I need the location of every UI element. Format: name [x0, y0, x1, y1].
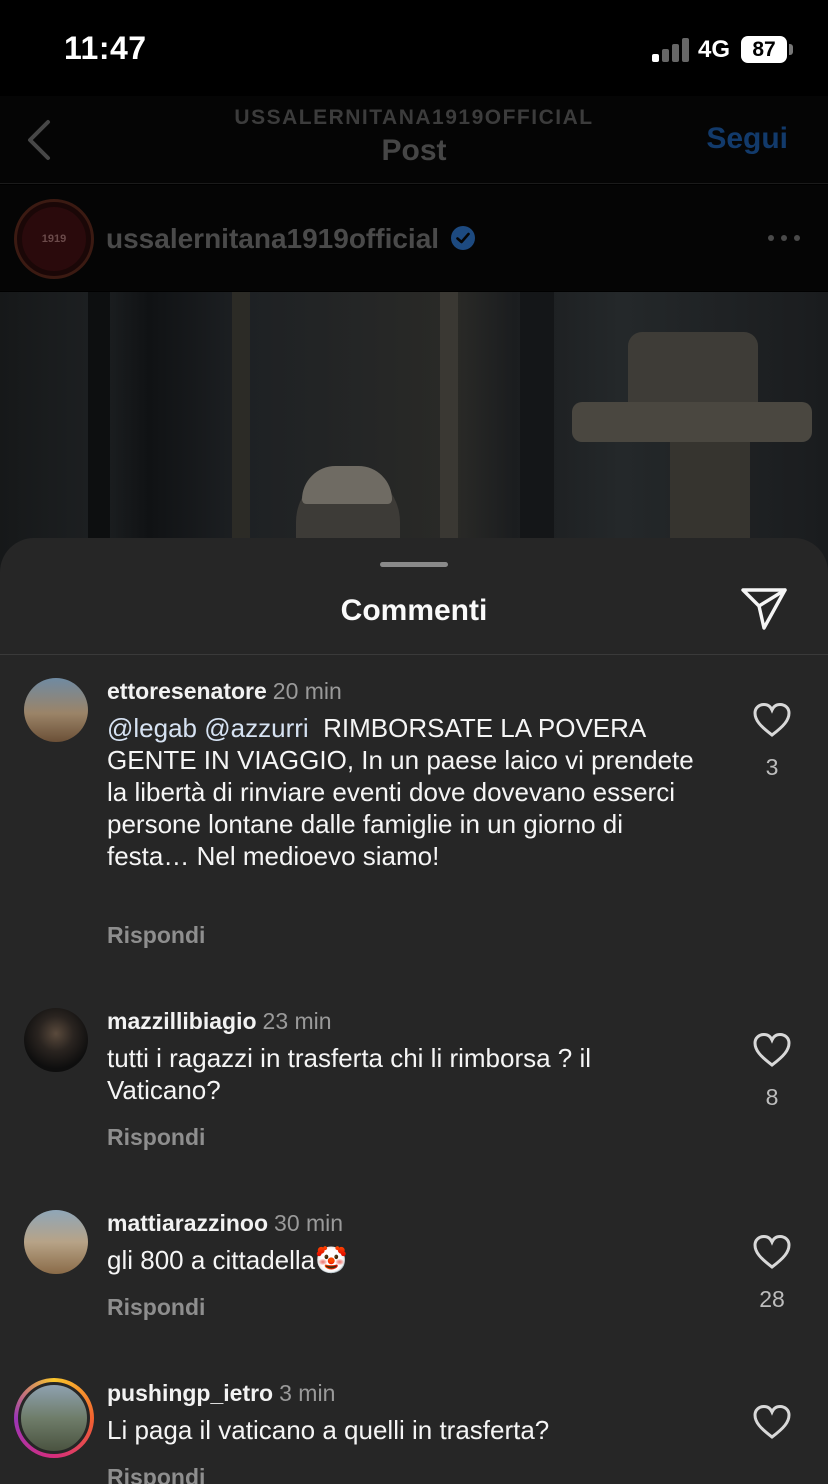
header-title: Post: [381, 134, 447, 167]
mention-link[interactable]: @azzurri: [204, 713, 308, 743]
commenter-avatar: [18, 1382, 90, 1454]
reply-button[interactable]: Rispondi: [107, 1124, 205, 1151]
comment-time: 3 min: [279, 1380, 336, 1406]
comment-time: 30 min: [274, 1210, 344, 1236]
comment-username[interactable]: ettoresenatore 20 min: [107, 678, 342, 705]
status-bar: 11:47 4G 87: [0, 0, 828, 96]
battery-tip: [789, 44, 793, 55]
follow-button[interactable]: Segui: [706, 122, 788, 156]
author-username[interactable]: ussalernitana1919official: [106, 223, 439, 255]
heart-icon[interactable]: [752, 702, 792, 738]
post-header: USSALERNITANA1919OFFICIAL Post Segui: [0, 96, 828, 184]
more-options-icon[interactable]: [766, 235, 802, 243]
comment-text: gli 800 a cittadella🤡: [107, 1245, 348, 1275]
heart-icon[interactable]: [752, 1404, 792, 1440]
commenter-avatar[interactable]: [24, 1210, 88, 1274]
comment-username[interactable]: mazzillibiagio 23 min: [107, 1008, 332, 1035]
battery-icon: 87: [741, 36, 787, 63]
comment-username-text[interactable]: mattiarazzinoo: [107, 1210, 268, 1236]
comment-text: Li paga il vaticano a quelli in trasfert…: [107, 1415, 550, 1445]
comment-username-text[interactable]: pushingp_ietro: [107, 1380, 273, 1406]
share-send-icon: [741, 588, 787, 630]
status-time: 11:47: [64, 30, 147, 66]
heart-icon[interactable]: [752, 1234, 792, 1270]
post-author-row: 1919 ussalernitana1919official: [0, 185, 828, 291]
commenter-avatar[interactable]: [24, 1008, 88, 1072]
like-count: 8: [765, 1084, 779, 1110]
comment-body: RIMBORSATE LA POVERA GENTE IN VIAGGIO, I…: [107, 713, 701, 871]
verified-badge-icon: [451, 226, 475, 250]
comment-username[interactable]: mattiarazzinoo 30 min: [107, 1210, 343, 1237]
author-avatar[interactable]: 1919: [14, 199, 94, 279]
sheet-divider: [0, 654, 828, 655]
reply-button[interactable]: Rispondi: [107, 1464, 205, 1484]
commenter-avatar-story-ring[interactable]: [14, 1378, 94, 1458]
avatar-logo-text: 1919: [41, 233, 67, 245]
signal-icon: [652, 38, 690, 62]
comment-time: 20 min: [272, 678, 342, 704]
heart-icon[interactable]: [752, 1032, 792, 1068]
comment-text: tutti i ragazzi in trasferta chi li rimb…: [107, 1043, 592, 1105]
reply-button[interactable]: Rispondi: [107, 1294, 205, 1321]
commenter-avatar[interactable]: [24, 678, 88, 742]
mention-link[interactable]: @legab: [107, 713, 197, 743]
comment-text: @legab @azzurri RIMBORSATE LA POVERA GEN…: [107, 712, 707, 872]
network-type: 4G: [698, 36, 731, 63]
sheet-grabber[interactable]: [380, 562, 448, 567]
header-account-name: USSALERNITANA1919OFFICIAL: [234, 106, 594, 129]
author-avatar-logo: 1919: [22, 207, 86, 271]
comment-username-text[interactable]: ettoresenatore: [107, 678, 267, 704]
like-count: 28: [759, 1286, 785, 1312]
comments-sheet: Commenti ettoresenatore 20 min @legab @az…: [0, 538, 828, 1484]
like-count: 3: [765, 754, 779, 780]
sheet-title: Commenti: [340, 594, 488, 627]
comment-username[interactable]: pushingp_ietro 3 min: [107, 1380, 335, 1407]
comment-time: 23 min: [262, 1008, 332, 1034]
comment-username-text[interactable]: mazzillibiagio: [107, 1008, 257, 1034]
reply-button[interactable]: Rispondi: [107, 922, 205, 949]
share-button[interactable]: [740, 586, 788, 632]
